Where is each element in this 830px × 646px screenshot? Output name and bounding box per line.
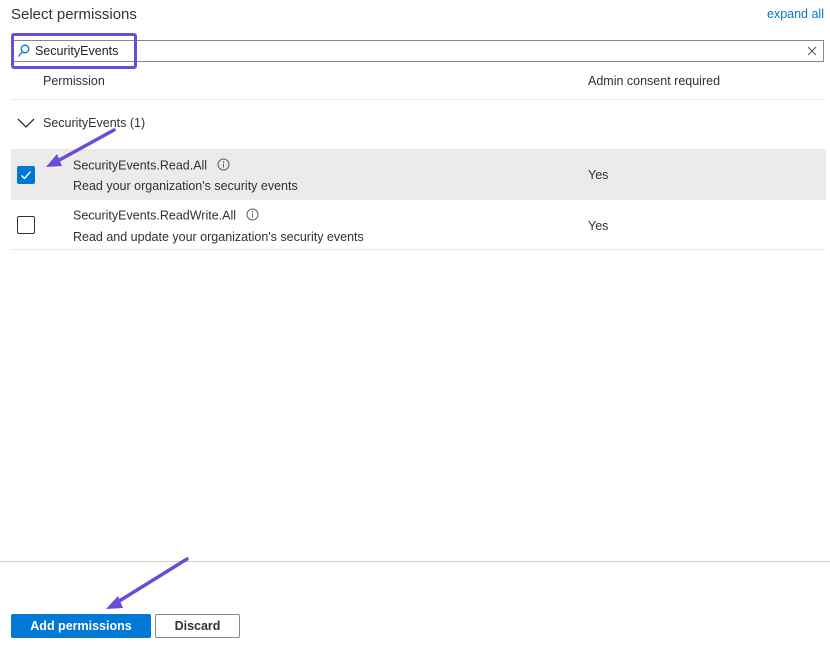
permission-description: Read and update your organization's secu… xyxy=(73,230,364,244)
permission-name-wrap: SecurityEvents.Read.All xyxy=(73,158,230,174)
group-label: SecurityEvents (1) xyxy=(43,116,146,130)
annotation-arrows xyxy=(46,128,189,609)
permission-row[interactable]: SecurityEvents.Read.All Read your organi… xyxy=(11,149,826,199)
permission-name-wrap: SecurityEvents.ReadWrite.All xyxy=(73,208,259,224)
info-icon[interactable] xyxy=(217,158,230,174)
admin-consent-value: Yes xyxy=(588,219,609,233)
permission-description: Read your organization's security events xyxy=(73,179,298,193)
permission-checkbox[interactable] xyxy=(17,216,35,234)
permission-name: SecurityEvents.ReadWrite.All xyxy=(73,208,237,223)
permission-name: SecurityEvents.Read.All xyxy=(73,158,208,173)
annotation-arrow-add-button xyxy=(106,557,189,609)
expand-all-link[interactable]: expand all xyxy=(767,7,824,21)
permission-row[interactable]: SecurityEvents.ReadWrite.All Read and up… xyxy=(11,200,826,250)
row-divider xyxy=(11,249,826,250)
footer-divider xyxy=(0,561,830,562)
group-toggle-securityevents[interactable]: SecurityEvents (1) xyxy=(17,116,145,130)
permission-checkbox[interactable] xyxy=(17,166,35,184)
add-permissions-button[interactable]: Add permissions xyxy=(11,614,151,638)
chevron-down-icon xyxy=(17,118,35,128)
info-icon[interactable] xyxy=(246,208,259,224)
header-divider xyxy=(11,99,826,100)
search-input[interactable] xyxy=(35,42,795,60)
column-header-admin-consent: Admin consent required xyxy=(588,74,721,88)
checkmark-icon xyxy=(21,171,32,180)
discard-button[interactable]: Discard xyxy=(155,614,240,638)
panel-title: Select permissions xyxy=(11,6,137,23)
admin-consent-value: Yes xyxy=(588,168,609,182)
column-header-permission: Permission xyxy=(43,74,105,88)
close-icon[interactable] xyxy=(806,44,818,62)
search-highlight-annotation xyxy=(11,33,137,69)
